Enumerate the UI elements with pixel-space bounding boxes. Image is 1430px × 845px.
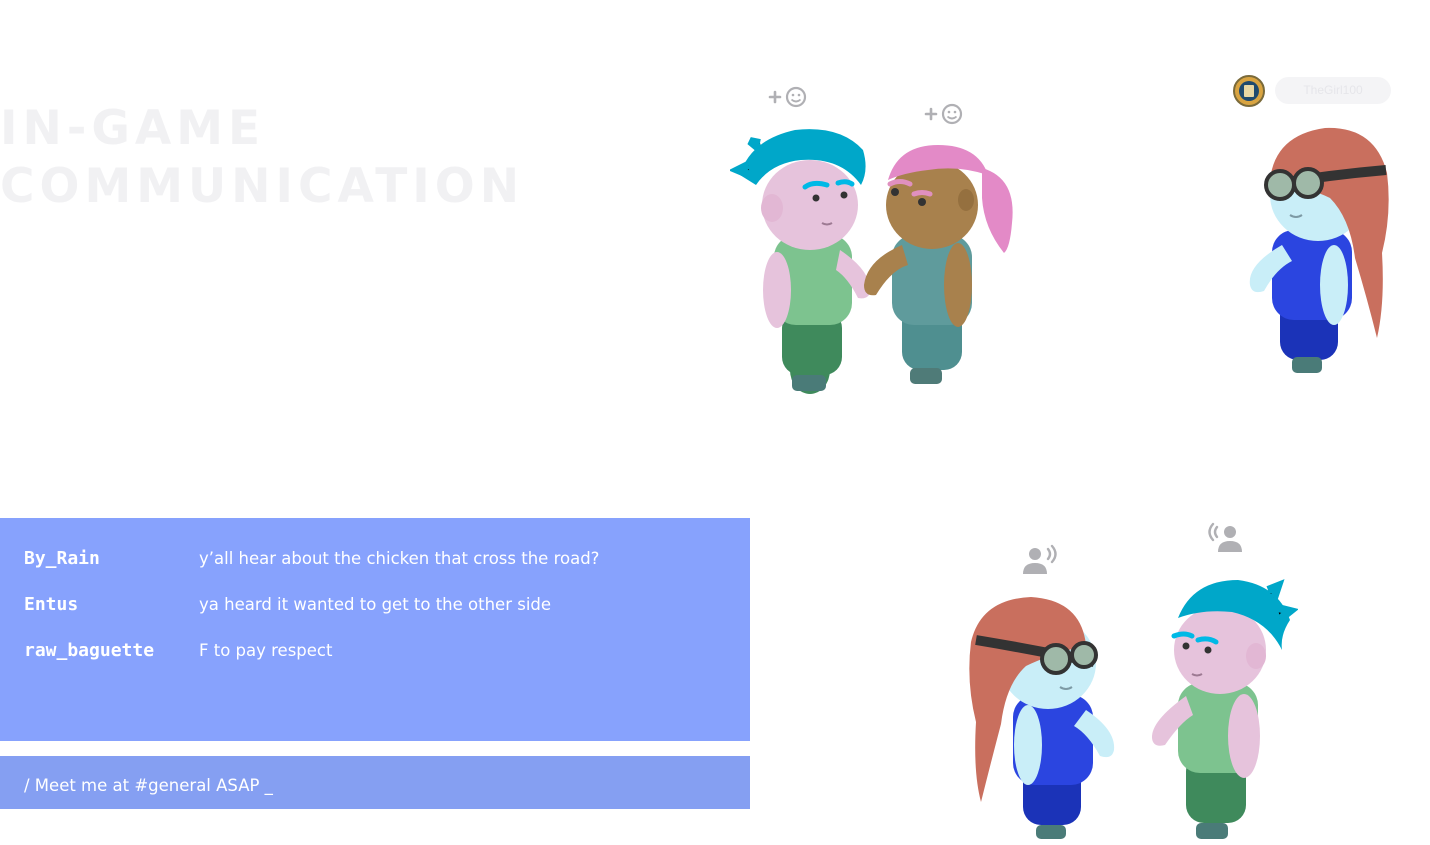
chat-text: ya heard it wanted to get to the other s… (199, 595, 552, 614)
chat-log-panel: By_Rain y’all hear about the chicken tha… (0, 518, 750, 741)
chat-text: y’all hear about the chicken that cross … (199, 549, 600, 568)
chat-message: Entus ya heard it wanted to get to the o… (24, 594, 724, 624)
character-goggles[interactable] (968, 595, 1128, 845)
chat-username[interactable]: raw_baguette (24, 640, 154, 661)
chat-message: raw_baguette F to pay respect (24, 640, 724, 670)
chat-input-text: / Meet me at #general ASAP _ (24, 776, 273, 795)
character-goggles[interactable] (1240, 125, 1400, 380)
chat-username[interactable]: Entus (24, 594, 78, 615)
add-emote-icon[interactable] (924, 103, 964, 127)
chat-text: F to pay respect (199, 641, 333, 660)
page-title: IN-GAME COMMUNICATION (0, 100, 524, 216)
character-blue-hair[interactable] (1148, 578, 1298, 843)
player-name-tag: TheGirl100 (1275, 77, 1391, 104)
chat-message: By_Rain y’all hear about the chicken tha… (24, 548, 724, 578)
character-blue-hair[interactable] (730, 125, 880, 397)
add-emote-icon[interactable] (768, 86, 808, 110)
voice-chat-icon[interactable] (1206, 522, 1246, 554)
badge-icon (1233, 75, 1265, 107)
voice-chat-icon[interactable] (1020, 544, 1060, 576)
player-name: TheGirl100 (1303, 83, 1363, 97)
character-pink-hair[interactable] (862, 140, 1022, 390)
page-title-line-2: COMMUNICATION (0, 159, 525, 214)
chat-username[interactable]: By_Rain (24, 548, 100, 569)
page-title-line-1: IN-GAME (0, 101, 266, 156)
chat-input[interactable]: / Meet me at #general ASAP _ (0, 756, 750, 809)
